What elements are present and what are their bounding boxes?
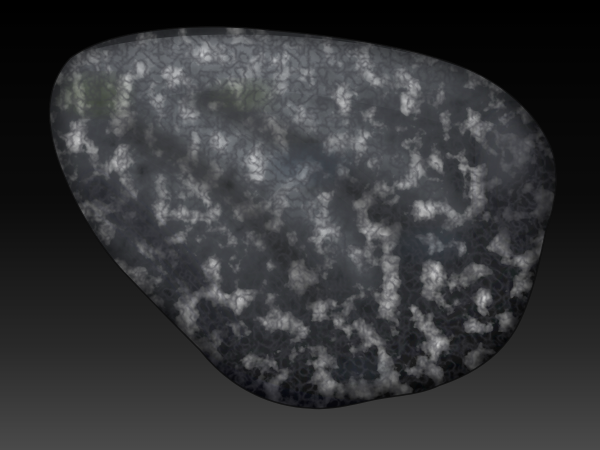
rock-sculpt-render — [48, 26, 558, 410]
render-viewport — [0, 0, 600, 450]
